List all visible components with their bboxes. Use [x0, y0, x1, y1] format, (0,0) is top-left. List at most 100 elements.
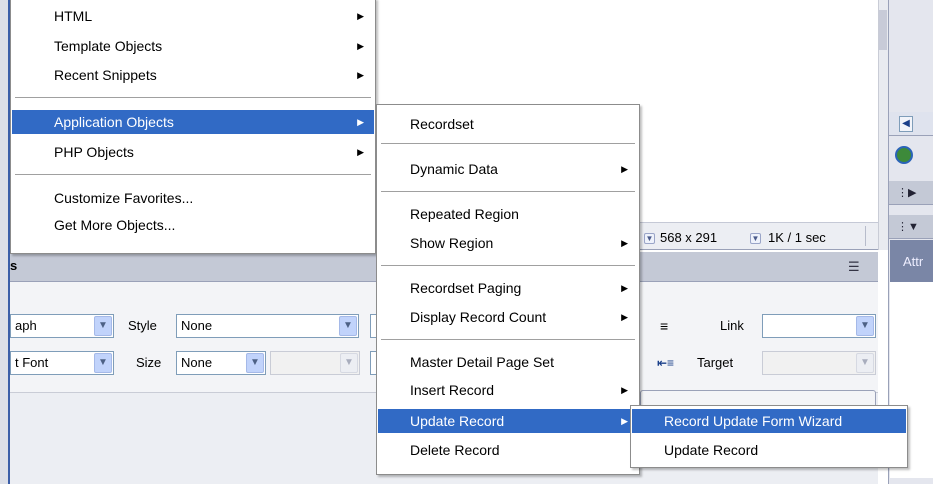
- submenu-arrow-icon: ▶: [357, 147, 364, 157]
- align-justify-icon[interactable]: ≡: [660, 317, 668, 335]
- chevron-down-icon[interactable]: ▼: [246, 353, 264, 373]
- menu-item-label: Application Objects: [54, 114, 174, 130]
- submenu-arrow-icon: ▶: [357, 70, 364, 80]
- format-value: aph: [15, 318, 37, 333]
- expand-arrow-icon[interactable]: ⋮▶: [897, 186, 916, 199]
- attr-tab-label[interactable]: Attr: [903, 254, 923, 269]
- menu-item-label: Template Objects: [54, 38, 163, 54]
- font-select[interactable]: t Font ▼: [10, 351, 114, 375]
- menu-separator: [381, 143, 635, 144]
- submenu-arrow-icon: ▶: [621, 416, 628, 426]
- menu-item-display-record-count[interactable]: Display Record Count ▶: [378, 305, 638, 329]
- application-objects-menu: Recordset Dynamic Data ▶ Repeated Region…: [376, 104, 640, 475]
- chevron-down-icon[interactable]: ▼: [856, 353, 874, 373]
- menu-item-insert-record[interactable]: Insert Record ▶: [378, 378, 638, 402]
- window-size-text: 568 x 291: [660, 230, 718, 245]
- menu-item-update-record-server-behavior[interactable]: Update Record: [632, 438, 906, 462]
- size-value: None: [181, 355, 213, 370]
- panel-tab-row[interactable]: ◀: [889, 112, 933, 136]
- font-value: t Font: [15, 355, 49, 370]
- menu-item-customize-favorites[interactable]: Customize Favorites...: [12, 186, 374, 210]
- style-label: Style: [128, 318, 157, 333]
- update-record-menu: Record Update Form Wizard Update Record: [630, 405, 908, 468]
- menu-item-label: Dynamic Data: [410, 161, 498, 177]
- menu-separator: [381, 339, 635, 340]
- target-select[interactable]: ▼: [762, 351, 876, 375]
- menu-item-php-objects[interactable]: PHP Objects ▶: [12, 140, 374, 164]
- menu-item-recordset-paging[interactable]: Recordset Paging ▶: [378, 276, 638, 300]
- menu-item-label: Recent Snippets: [54, 67, 157, 83]
- menu-item-label: Recordset Paging: [410, 280, 522, 296]
- target-label: Target: [697, 355, 734, 370]
- submenu-arrow-icon: ▶: [357, 11, 364, 21]
- menu-item-label: Master Detail Page Set: [410, 354, 554, 370]
- size-unit-select[interactable]: ▼: [270, 351, 360, 375]
- menu-item-label: Show Region: [410, 235, 494, 251]
- app-left-border: [0, 0, 8, 484]
- menu-item-html[interactable]: HTML ▶: [12, 4, 374, 28]
- collapsed-panel-header[interactable]: ⋮▶: [889, 181, 933, 205]
- window-size-dropdown[interactable]: ▼: [750, 229, 761, 247]
- menu-item-label: Record Update Form Wizard: [664, 413, 843, 429]
- chevron-down-icon[interactable]: ▼: [856, 316, 874, 336]
- menu-item-get-more-objects[interactable]: Get More Objects...: [12, 213, 374, 237]
- link-select[interactable]: ▼: [762, 314, 876, 338]
- submenu-arrow-icon: ▶: [621, 283, 628, 293]
- chevron-down-icon[interactable]: ▼: [340, 353, 358, 373]
- menu-item-master-detail-page-set[interactable]: Master Detail Page Set: [378, 350, 638, 374]
- panel-options-icon[interactable]: ☰: [848, 259, 860, 275]
- menu-item-recordset[interactable]: Recordset: [378, 112, 638, 136]
- submenu-arrow-icon: ▶: [621, 164, 628, 174]
- menu-item-label: HTML: [54, 8, 93, 24]
- download-size: 1K / 1 sec: [768, 230, 826, 245]
- menu-item-label: Customize Favorites...: [54, 190, 194, 206]
- style-select[interactable]: None ▼: [176, 314, 359, 338]
- submenu-arrow-icon: ▶: [621, 238, 628, 248]
- menu-separator: [15, 174, 371, 175]
- submenu-arrow-icon: ▶: [621, 385, 628, 395]
- link-label: Link: [720, 318, 744, 333]
- menu-item-label: Insert Record: [410, 382, 495, 398]
- chevron-down-icon[interactable]: ▼: [94, 353, 112, 373]
- menu-item-dynamic-data[interactable]: Dynamic Data ▶: [378, 157, 638, 181]
- menu-item-recent-snippets[interactable]: Recent Snippets ▶: [12, 63, 374, 87]
- globe-icon: [895, 146, 913, 164]
- chevron-left-icon[interactable]: ◀: [899, 116, 913, 132]
- indent-icon[interactable]: ⇤≡: [657, 354, 674, 372]
- chevron-down-icon[interactable]: ▼: [94, 316, 112, 336]
- menu-item-label: PHP Objects: [54, 144, 134, 160]
- format-select[interactable]: aph ▼: [10, 314, 114, 338]
- favorites-menu: HTML ▶ Template Objects ▶ Recent Snippet…: [10, 0, 376, 254]
- menu-item-record-update-form-wizard[interactable]: Record Update Form Wizard: [632, 409, 906, 433]
- window-size: 568 x 291: [660, 229, 717, 247]
- menu-item-application-objects[interactable]: Application Objects ▶: [12, 110, 374, 134]
- menu-item-repeated-region[interactable]: Repeated Region: [378, 202, 638, 226]
- menu-item-show-region[interactable]: Show Region ▶: [378, 231, 638, 255]
- menu-separator: [381, 265, 635, 266]
- status-divider: [865, 226, 866, 246]
- status-dropdown-icon[interactable]: ▼: [644, 229, 655, 247]
- menu-item-label: Repeated Region: [410, 206, 519, 222]
- menu-item-label: Update Record: [410, 413, 505, 429]
- submenu-arrow-icon: ▶: [357, 41, 364, 51]
- menu-item-delete-record[interactable]: Delete Record: [378, 438, 638, 462]
- menu-item-label: Display Record Count: [410, 309, 547, 325]
- menu-separator: [15, 97, 371, 98]
- expanded-panel-header[interactable]: ⋮▼: [889, 215, 933, 239]
- menu-item-label: Delete Record: [410, 442, 500, 458]
- submenu-arrow-icon: ▶: [357, 117, 364, 127]
- size-select[interactable]: None ▼: [176, 351, 266, 375]
- menu-item-label: Update Record: [664, 442, 759, 458]
- menu-item-label: Recordset: [410, 116, 474, 132]
- collapse-arrow-icon[interactable]: ⋮▼: [897, 220, 919, 233]
- menu-item-template-objects[interactable]: Template Objects ▶: [12, 34, 374, 58]
- size-label: Size: [136, 355, 162, 370]
- chevron-down-icon[interactable]: ▼: [339, 316, 357, 336]
- menu-separator: [381, 191, 635, 192]
- submenu-arrow-icon: ▶: [621, 312, 628, 322]
- menu-item-label: Get More Objects...: [54, 217, 176, 233]
- scrollbar-thumb[interactable]: [879, 10, 887, 50]
- style-value: None: [181, 318, 213, 333]
- menu-item-update-record[interactable]: Update Record ▶: [378, 409, 638, 433]
- panel-title: s: [10, 258, 18, 273]
